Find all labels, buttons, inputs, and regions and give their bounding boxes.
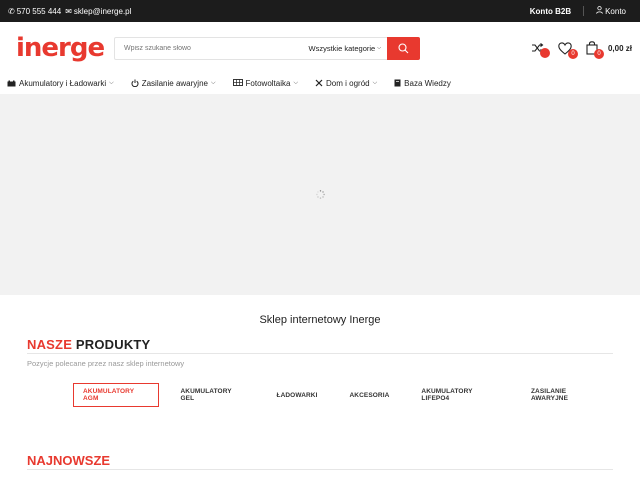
products-subtitle: Pozycje polecane przez nasz sklep intern… <box>27 359 185 368</box>
tab-gel[interactable]: AKUMULATORY GEL <box>171 383 255 407</box>
compare-button[interactable] <box>531 42 550 58</box>
nav-item-photovoltaics[interactable]: Fotowoltaika ⌵ <box>232 78 299 88</box>
shop-title: Sklep internetowy Inerge <box>259 314 381 326</box>
products-heading: NASZE PRODUKTY <box>27 337 613 354</box>
nav-item-knowledge-base[interactable]: Baza Wiedzy <box>394 79 451 88</box>
chevron-down-icon: ⌵ <box>109 79 114 86</box>
divider <box>583 6 585 16</box>
tab-chargers[interactable]: ŁADOWARKI <box>267 387 328 404</box>
tab-lifepo4[interactable]: AKUMULATORY LIFEPO4 <box>411 383 509 407</box>
main-nav: Akumulatory i Ładowarki ⌵ Zasilanie awar… <box>0 74 640 92</box>
cart-count-badge: 0 <box>593 49 604 59</box>
logo[interactable]: inerge <box>16 35 114 61</box>
chevron-down-icon: ⌵ <box>210 79 216 86</box>
nav-label: Fotowoltaika <box>245 78 291 88</box>
products-section: NASZE PRODUKTY Pozycje polecane przez na… <box>27 337 613 407</box>
nav-item-home-garden[interactable]: Dom i ogród ⌵ <box>315 79 377 88</box>
header: inerge Wszystkie kategorie ⌵ 0 0 0,00 zł <box>0 22 640 74</box>
envelope-icon: ✉ <box>65 6 72 16</box>
account-links: Konto B2B Konto <box>530 6 626 16</box>
hero-slider <box>0 94 640 295</box>
search-input[interactable] <box>115 37 303 59</box>
phone-icon: ✆ <box>8 6 15 16</box>
power-icon <box>131 79 139 87</box>
tab-backup-power[interactable]: ZASILANIE AWARYJNE <box>521 383 612 407</box>
solar-panel-icon <box>232 79 243 86</box>
cart-icon-wrap: 0 <box>586 41 604 59</box>
chevron-down-icon: ⌵ <box>293 79 299 86</box>
nav-item-backup-power[interactable]: Zasilanie awaryjne ⌵ <box>131 79 216 88</box>
phone-number: 570 555 444 <box>16 6 62 16</box>
search-button[interactable] <box>387 36 420 60</box>
account-link[interactable]: Konto <box>596 6 626 16</box>
category-label: Wszystkie kategorie <box>308 43 376 53</box>
cart-total: 0,00 zł <box>607 43 632 53</box>
phone-link[interactable]: ✆ 570 555 444 <box>8 7 61 16</box>
wishlist-count-badge: 0 <box>567 48 578 59</box>
chevron-down-icon: ⌵ <box>377 45 381 51</box>
book-icon <box>394 79 401 87</box>
cart-button[interactable]: 0 0,00 zł <box>586 41 632 59</box>
nav-item-batteries[interactable]: Akumulatory i Ładowarki ⌵ <box>7 79 114 88</box>
compare-count-badge <box>539 48 550 58</box>
main-content: Sklep internetowy Inerge NASZE PRODUKTY … <box>0 295 640 470</box>
email-address: sklep@inerge.pl <box>73 6 132 16</box>
user-icon <box>596 6 603 16</box>
email-link[interactable]: ✉ sklep@inerge.pl <box>65 7 131 16</box>
product-tabs: AKUMULATORY AGM AKUMULATORY GEL ŁADOWARK… <box>27 383 613 407</box>
tab-accessories[interactable]: AKCESORIA <box>340 387 400 404</box>
top-bar: ✆ 570 555 444 ✉ sklep@inerge.pl Konto B2… <box>0 0 640 22</box>
nav-label: Baza Wiedzy <box>404 78 451 88</box>
loading-spinner-icon <box>315 190 325 199</box>
b2b-account-link[interactable]: Konto B2B <box>530 7 571 16</box>
account-label: Konto <box>605 6 626 16</box>
search-icon <box>398 42 409 53</box>
newest-heading: NAJNOWSZE <box>27 453 613 470</box>
contact-info: ✆ 570 555 444 ✉ sklep@inerge.pl <box>8 7 131 16</box>
products-heading-accent: NASZE <box>27 337 73 352</box>
header-actions: 0 0 0,00 zł <box>531 22 632 74</box>
battery-icon <box>7 80 16 86</box>
wishlist-button[interactable]: 0 <box>558 41 578 59</box>
tab-agm[interactable]: AKUMULATORY AGM <box>73 383 159 407</box>
products-heading-main: PRODUKTY <box>75 337 151 352</box>
nav-label: Zasilanie awaryjne <box>141 78 208 88</box>
tools-icon <box>315 79 323 87</box>
search-bar: Wszystkie kategorie ⌵ <box>114 36 420 60</box>
nav-label: Dom i ogród <box>326 78 370 88</box>
chevron-down-icon: ⌵ <box>372 79 378 86</box>
nav-label: Akumulatory i Ładowarki <box>19 78 107 88</box>
category-select[interactable]: Wszystkie kategorie ⌵ <box>303 44 387 53</box>
